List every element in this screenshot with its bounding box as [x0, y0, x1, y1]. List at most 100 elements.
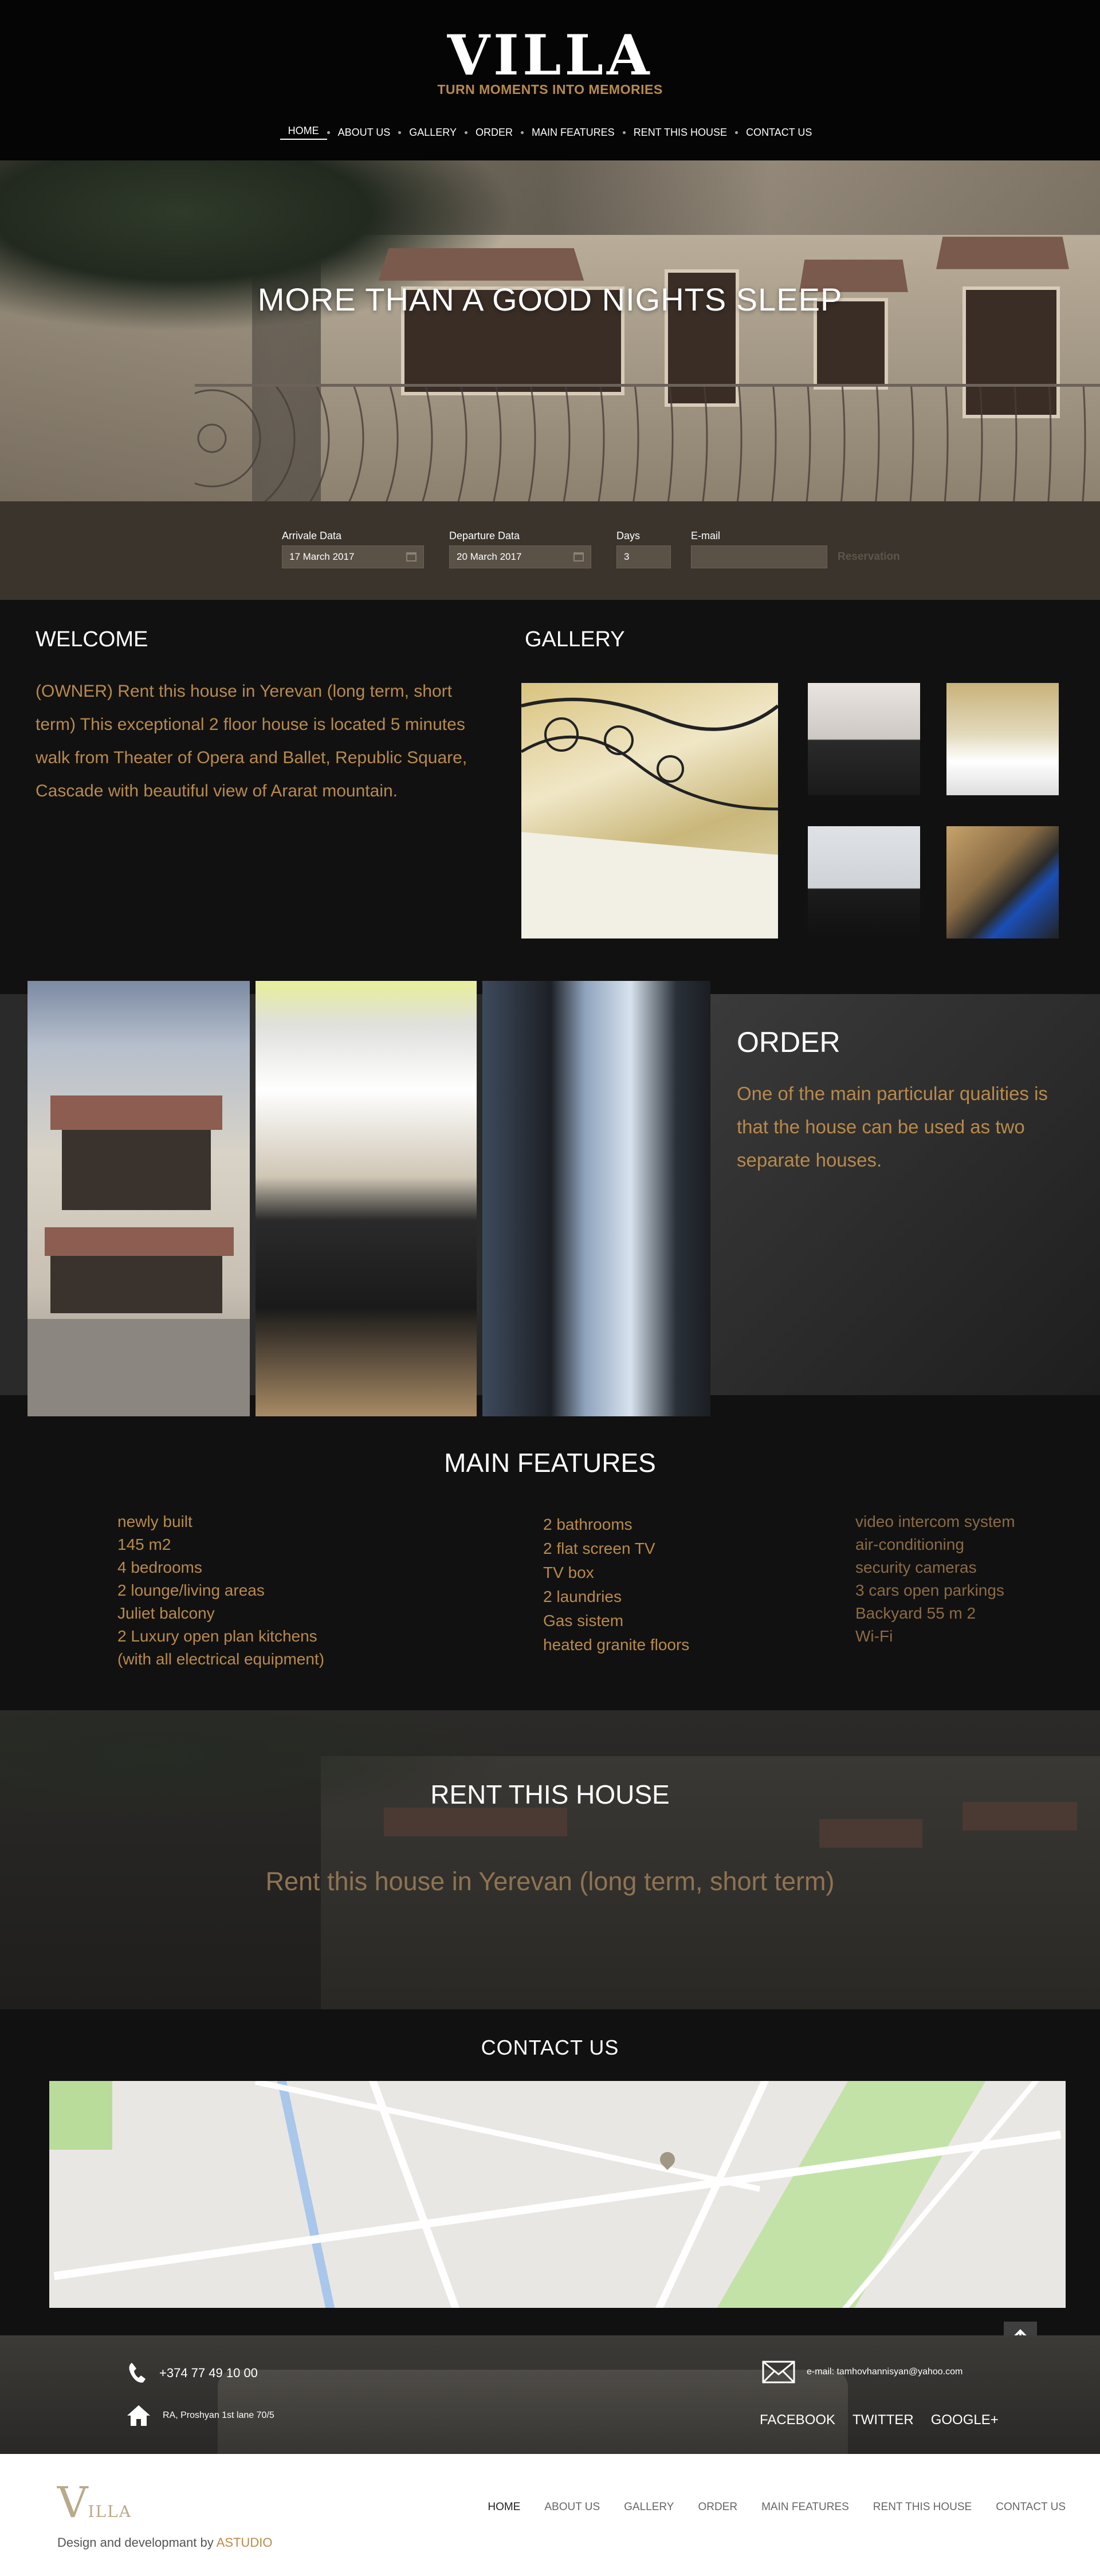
rent-title: RENT THIS HOUSE [430, 1780, 670, 1809]
departure-field: Departure Data 20 March 2017 [449, 530, 591, 568]
feature-item: 2 flat screen TV [543, 1540, 655, 1557]
contact-title: CONTACT US [481, 2036, 619, 2059]
feature-item: air-conditioning [855, 1536, 964, 1553]
twitter-link[interactable]: TWITTER [852, 2412, 914, 2428]
nav-main-features[interactable]: MAIN FEATURES [524, 127, 623, 139]
feature-item: 2 lounge/living areas [117, 1581, 265, 1599]
hero-image: MORE THAN A GOOD NIGHTS SLEEP [0, 160, 1100, 501]
feature-item: 2 bathrooms [543, 1515, 632, 1533]
order-text: One of the main particular qualities is … [737, 1083, 1048, 1171]
email-input[interactable] [691, 545, 827, 568]
nav-rent-this-house[interactable]: RENT THIS HOUSE [626, 127, 735, 139]
site-footer: VILLA Design and developmant by ASTUDIO … [0, 2454, 1100, 2576]
location-map[interactable] [49, 2081, 1066, 2308]
feature-item: Backyard 55 m 2 [855, 1604, 976, 1622]
nav-home[interactable]: HOME [280, 125, 327, 140]
google-plus-link[interactable]: GOOGLE+ [931, 2412, 999, 2428]
order-image-house [28, 981, 250, 1416]
days-value: 3 [624, 551, 630, 562]
footer-nav-main-features[interactable]: MAIN FEATURES [761, 2501, 849, 2514]
welcome-text: (OWNER) Rent this house in Yerevan (long… [36, 682, 467, 800]
map-river [277, 2081, 335, 2308]
logo[interactable]: VILLA [0, 23, 1100, 88]
hero-railing [195, 384, 1100, 501]
rent-section [0, 1710, 1100, 2009]
departure-label: Departure Data [449, 530, 520, 541]
hero-awning [378, 248, 584, 281]
gallery-image-kitchen[interactable] [808, 683, 920, 795]
email-address[interactable]: e-mail: tamhovhannisyan@yahoo.com [807, 2367, 962, 2377]
phone-info: +374 77 49 10 00 [127, 2362, 258, 2385]
reservation-button[interactable]: Reservation [838, 551, 900, 563]
footer-nav-about-us[interactable]: ABOUT US [544, 2501, 600, 2514]
footer-nav-contact-us[interactable]: CONTACT US [996, 2501, 1066, 2514]
map-park [49, 2081, 112, 2150]
feature-item: 3 cars open parkings [855, 1581, 1004, 1599]
gallery-image-staircase[interactable] [521, 683, 778, 938]
calendar-icon[interactable] [573, 552, 584, 561]
footer-nav-rent-this-house[interactable]: RENT THIS HOUSE [873, 2501, 972, 2514]
email-label: E-mail [691, 530, 721, 541]
footer-nav-gallery[interactable]: GALLERY [624, 2501, 674, 2514]
nav-about-us[interactable]: ABOUT US [330, 127, 399, 139]
footer-nav-home[interactable]: HOME [488, 2501, 520, 2514]
map-road [254, 2081, 761, 2192]
nav-contact-us[interactable]: CONTACT US [738, 127, 820, 139]
feature-item: Wi-Fi [855, 1627, 893, 1645]
calendar-icon[interactable] [406, 552, 417, 561]
days-input[interactable]: 3 [616, 545, 671, 568]
arrival-input[interactable]: 17 March 2017 [282, 545, 424, 568]
days-label: Days [616, 530, 641, 541]
days-field: Days 3 [616, 530, 671, 568]
social-links: FACEBOOK TWITTER GOOGLE+ [760, 2412, 999, 2428]
nav-gallery[interactable]: GALLERY [401, 127, 465, 139]
features-title: MAIN FEATURES [444, 1448, 656, 1478]
site-header: VILLA TURN MOMENTS INTO MEMORIES HOME AB… [0, 0, 1100, 160]
gallery-image-bedroom[interactable] [946, 683, 1059, 795]
order-title: ORDER [737, 1026, 840, 1058]
feature-item: (with all electrical equipment) [117, 1650, 325, 1668]
feature-item: 145 m2 [117, 1536, 171, 1553]
feature-item: newly built [117, 1513, 192, 1530]
page: { "header": { "logo": "VILLA", "tagline"… [0, 0, 1100, 2576]
features-column-3: video intercom system air-conditioning s… [855, 1510, 1015, 1648]
studio-link[interactable]: ASTUDIO [217, 2535, 273, 2550]
phone-icon [129, 2363, 146, 2383]
features-column-2: 2 bathrooms 2 flat screen TV TV box 2 la… [543, 1513, 689, 1657]
phone-number[interactable]: +374 77 49 10 00 [159, 2366, 258, 2381]
tagline: TURN MOMENTS INTO MEMORIES [437, 82, 663, 97]
feature-item: heated granite floors [543, 1636, 690, 1654]
hero-awning [936, 237, 1069, 269]
house-facade-graphic [28, 1095, 250, 1416]
hero-title: MORE THAN A GOOD NIGHTS SLEEP [257, 281, 843, 317]
order-image-hallway [482, 981, 710, 1416]
footer-nav-order[interactable]: ORDER [698, 2501, 737, 2514]
order-image-kitchen [256, 981, 477, 1416]
footer-background-bed [218, 2370, 848, 2454]
staircase-railing-graphic [521, 697, 778, 938]
facebook-link[interactable]: FACEBOOK [760, 2412, 835, 2428]
email-info: e-mail: tamhovhannisyan@yahoo.com [762, 2361, 962, 2383]
footer-logo[interactable]: VILLA [57, 2478, 132, 2527]
arrival-value: 17 March 2017 [289, 551, 355, 562]
rent-subtitle: Rent this house in Yerevan (long term, s… [265, 1867, 835, 1896]
departure-input[interactable]: 20 March 2017 [449, 545, 591, 568]
email-field: E-mail [691, 530, 827, 568]
footer-logo-initial: V [57, 2478, 88, 2527]
home-icon [127, 2405, 150, 2426]
feature-item: 2 laundries [543, 1588, 622, 1605]
main-nav: HOME ABOUT US GALLERY ORDER MAIN FEATURE… [0, 125, 1100, 140]
welcome-title: WELCOME [36, 627, 148, 651]
feature-item: 2 Luxury open plan kitchens [117, 1627, 317, 1645]
gallery-image-bathroom[interactable] [808, 826, 920, 938]
features-column-1: newly built 145 m2 4 bedrooms 2 lounge/l… [117, 1510, 324, 1671]
feature-item: 4 bedrooms [117, 1558, 202, 1576]
nav-order[interactable]: ORDER [467, 127, 521, 139]
rent-awning [384, 1808, 567, 1836]
footer-nav: HOME ABOUT US GALLERY ORDER MAIN FEATURE… [488, 2501, 1066, 2514]
feature-item: video intercom system [855, 1513, 1015, 1530]
contact-info-band [0, 2335, 1100, 2454]
booking-form: Arrivale Data 17 March 2017 Departure Da… [0, 501, 1100, 600]
feature-item: security cameras [855, 1558, 977, 1576]
gallery-image-living-room[interactable] [946, 826, 1059, 938]
